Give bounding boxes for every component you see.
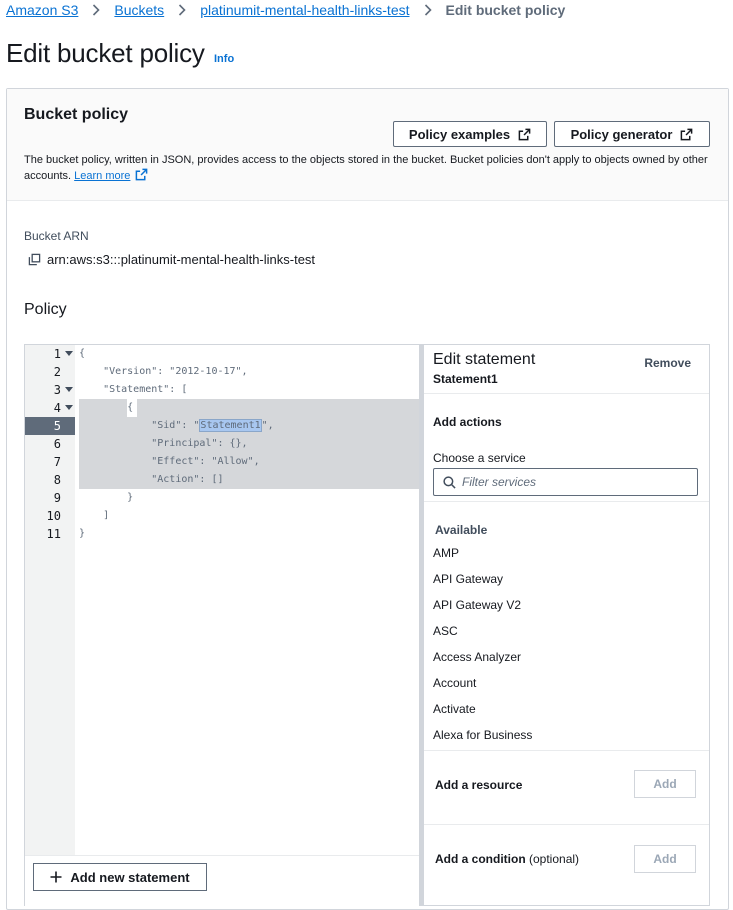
divider bbox=[424, 393, 709, 394]
code-line: 3 "Statement": [ bbox=[25, 381, 419, 399]
code-line: 8 "Action": [] bbox=[25, 471, 419, 489]
add-new-statement-button[interactable]: Add new statement bbox=[33, 863, 207, 891]
external-link-icon[interactable] bbox=[135, 168, 148, 181]
policy-description: The bucket policy, written in JSON, prov… bbox=[24, 153, 714, 184]
service-item[interactable]: AMP bbox=[433, 543, 459, 563]
code-text: "Action": [] bbox=[79, 474, 224, 485]
code-line: 11 } bbox=[25, 525, 419, 543]
fold-arrow-icon[interactable] bbox=[65, 351, 73, 356]
code-text: "Effect": "Allow", bbox=[79, 456, 260, 467]
code-line-active: 5 "Sid": "Statement1", bbox=[25, 417, 419, 435]
line-number: 9 bbox=[53, 491, 61, 505]
plus-icon bbox=[50, 871, 62, 883]
line-number: 11 bbox=[46, 527, 61, 541]
bucket-arn-label: Bucket ARN bbox=[24, 229, 89, 243]
add-resource-button[interactable]: Add bbox=[634, 770, 696, 798]
line-number: 4 bbox=[53, 401, 61, 415]
chevron-right-icon bbox=[172, 1, 192, 19]
line-number: 6 bbox=[53, 437, 61, 451]
choose-service-label: Choose a service bbox=[433, 451, 526, 465]
edit-statement-title: Edit statement bbox=[433, 351, 536, 368]
editor-footer: Add new statement bbox=[25, 855, 419, 906]
code-text: { bbox=[79, 348, 86, 359]
breadcrumb: Amazon S3 Buckets platinumit-mental-heal… bbox=[6, 1, 565, 19]
divider bbox=[424, 824, 709, 825]
copy-icon[interactable] bbox=[28, 253, 41, 266]
code-line: 1 { bbox=[25, 345, 419, 363]
filter-services-input[interactable] bbox=[462, 473, 690, 491]
line-number: 10 bbox=[46, 509, 61, 523]
search-icon bbox=[443, 476, 456, 489]
code-line: 9 } bbox=[25, 489, 419, 507]
add-condition-button[interactable]: Add bbox=[634, 845, 696, 873]
breadcrumb-buckets[interactable]: Buckets bbox=[114, 2, 164, 18]
chevron-right-icon bbox=[418, 1, 438, 19]
breadcrumb-current: Edit bucket policy bbox=[445, 2, 566, 18]
divider bbox=[424, 501, 709, 502]
external-link-icon bbox=[681, 128, 693, 140]
policy-label: Policy bbox=[24, 301, 67, 318]
line-number-active: 5 bbox=[25, 417, 75, 435]
policy-generator-button[interactable]: Policy generator bbox=[554, 121, 710, 147]
bucket-arn-value: arn:aws:s3:::platinumit-mental-health-li… bbox=[47, 252, 316, 267]
code-line: 2 "Version": "2012-10-17", bbox=[25, 363, 419, 381]
code-line: 4 { bbox=[25, 399, 419, 417]
code-text: "Principal": {}, bbox=[79, 438, 248, 449]
fold-arrow-icon[interactable] bbox=[65, 405, 73, 410]
code-text: } bbox=[79, 528, 86, 539]
line-number: 2 bbox=[53, 365, 61, 379]
optional-text: (optional) bbox=[529, 852, 580, 866]
policy-generator-label: Policy generator bbox=[570, 126, 673, 142]
code-text: "Statement": [ bbox=[79, 384, 188, 395]
add-new-statement-label: Add new statement bbox=[70, 869, 190, 885]
available-label: Available bbox=[435, 523, 488, 537]
remove-statement-button[interactable]: Remove bbox=[644, 356, 691, 370]
fold-arrow-icon[interactable] bbox=[65, 387, 73, 392]
service-item[interactable]: Alexa for Business bbox=[433, 725, 532, 745]
panel-title: Bucket policy bbox=[24, 106, 129, 123]
selected-word: Statement1 bbox=[199, 419, 262, 432]
service-item[interactable]: API Gateway V2 bbox=[433, 595, 521, 615]
add-resource-label: Add a resource bbox=[435, 778, 523, 792]
bucket-arn-row: arn:aws:s3:::platinumit-mental-health-li… bbox=[28, 252, 315, 267]
page-title: Edit bucket policy bbox=[6, 38, 205, 68]
service-item[interactable]: Activate bbox=[433, 699, 476, 719]
line-number: 8 bbox=[53, 473, 61, 487]
code-line: 7 "Effect": "Allow", bbox=[25, 453, 419, 471]
bucket-policy-panel: Bucket policy Policy examples Policy gen… bbox=[6, 88, 729, 910]
add-actions-label: Add actions bbox=[433, 415, 502, 429]
service-item[interactable]: Access Analyzer bbox=[433, 647, 521, 667]
code-line: 6 "Principal": {}, bbox=[25, 435, 419, 453]
service-item[interactable]: Account bbox=[433, 673, 476, 693]
code-text: "Version": "2012-10-17", bbox=[79, 366, 248, 377]
breadcrumb-amazon-s3[interactable]: Amazon S3 bbox=[6, 2, 78, 18]
divider bbox=[424, 750, 709, 751]
chevron-right-icon bbox=[86, 1, 106, 19]
code-text: { bbox=[79, 402, 134, 413]
learn-more-link[interactable]: Learn more bbox=[74, 170, 130, 182]
statement-name: Statement1 bbox=[433, 372, 498, 386]
code-line: 10 ] bbox=[25, 507, 419, 525]
line-number: 1 bbox=[53, 347, 61, 361]
service-item[interactable]: API Gateway bbox=[433, 569, 503, 589]
policy-examples-label: Policy examples bbox=[408, 126, 511, 142]
external-link-icon bbox=[518, 128, 531, 140]
policy-examples-button[interactable]: Policy examples bbox=[393, 121, 547, 147]
panel-header: Bucket policy Policy examples Policy gen… bbox=[7, 89, 728, 201]
policy-editor: 1 { 2 "Version": "2012-10-17", 3 "Statem… bbox=[24, 344, 710, 906]
code-text: "Sid": "Statement1", bbox=[79, 419, 274, 432]
line-number: 7 bbox=[53, 455, 61, 469]
add-condition-text: Add a condition bbox=[435, 852, 526, 866]
add-condition-label: Add a condition (optional) bbox=[435, 852, 579, 866]
filter-services-field[interactable] bbox=[433, 468, 698, 496]
line-number: 3 bbox=[53, 383, 61, 397]
info-link[interactable]: Info bbox=[214, 53, 234, 65]
code-text: ] bbox=[79, 510, 110, 521]
edit-statement-panel: Edit statement Statement1 Remove Add act… bbox=[424, 345, 709, 905]
breadcrumb-bucket-name[interactable]: platinumit-mental-health-links-test bbox=[200, 2, 409, 18]
service-item[interactable]: ASC bbox=[433, 621, 458, 641]
code-text: } bbox=[79, 492, 134, 503]
code-editor[interactable]: 1 { 2 "Version": "2012-10-17", 3 "Statem… bbox=[25, 345, 419, 855]
